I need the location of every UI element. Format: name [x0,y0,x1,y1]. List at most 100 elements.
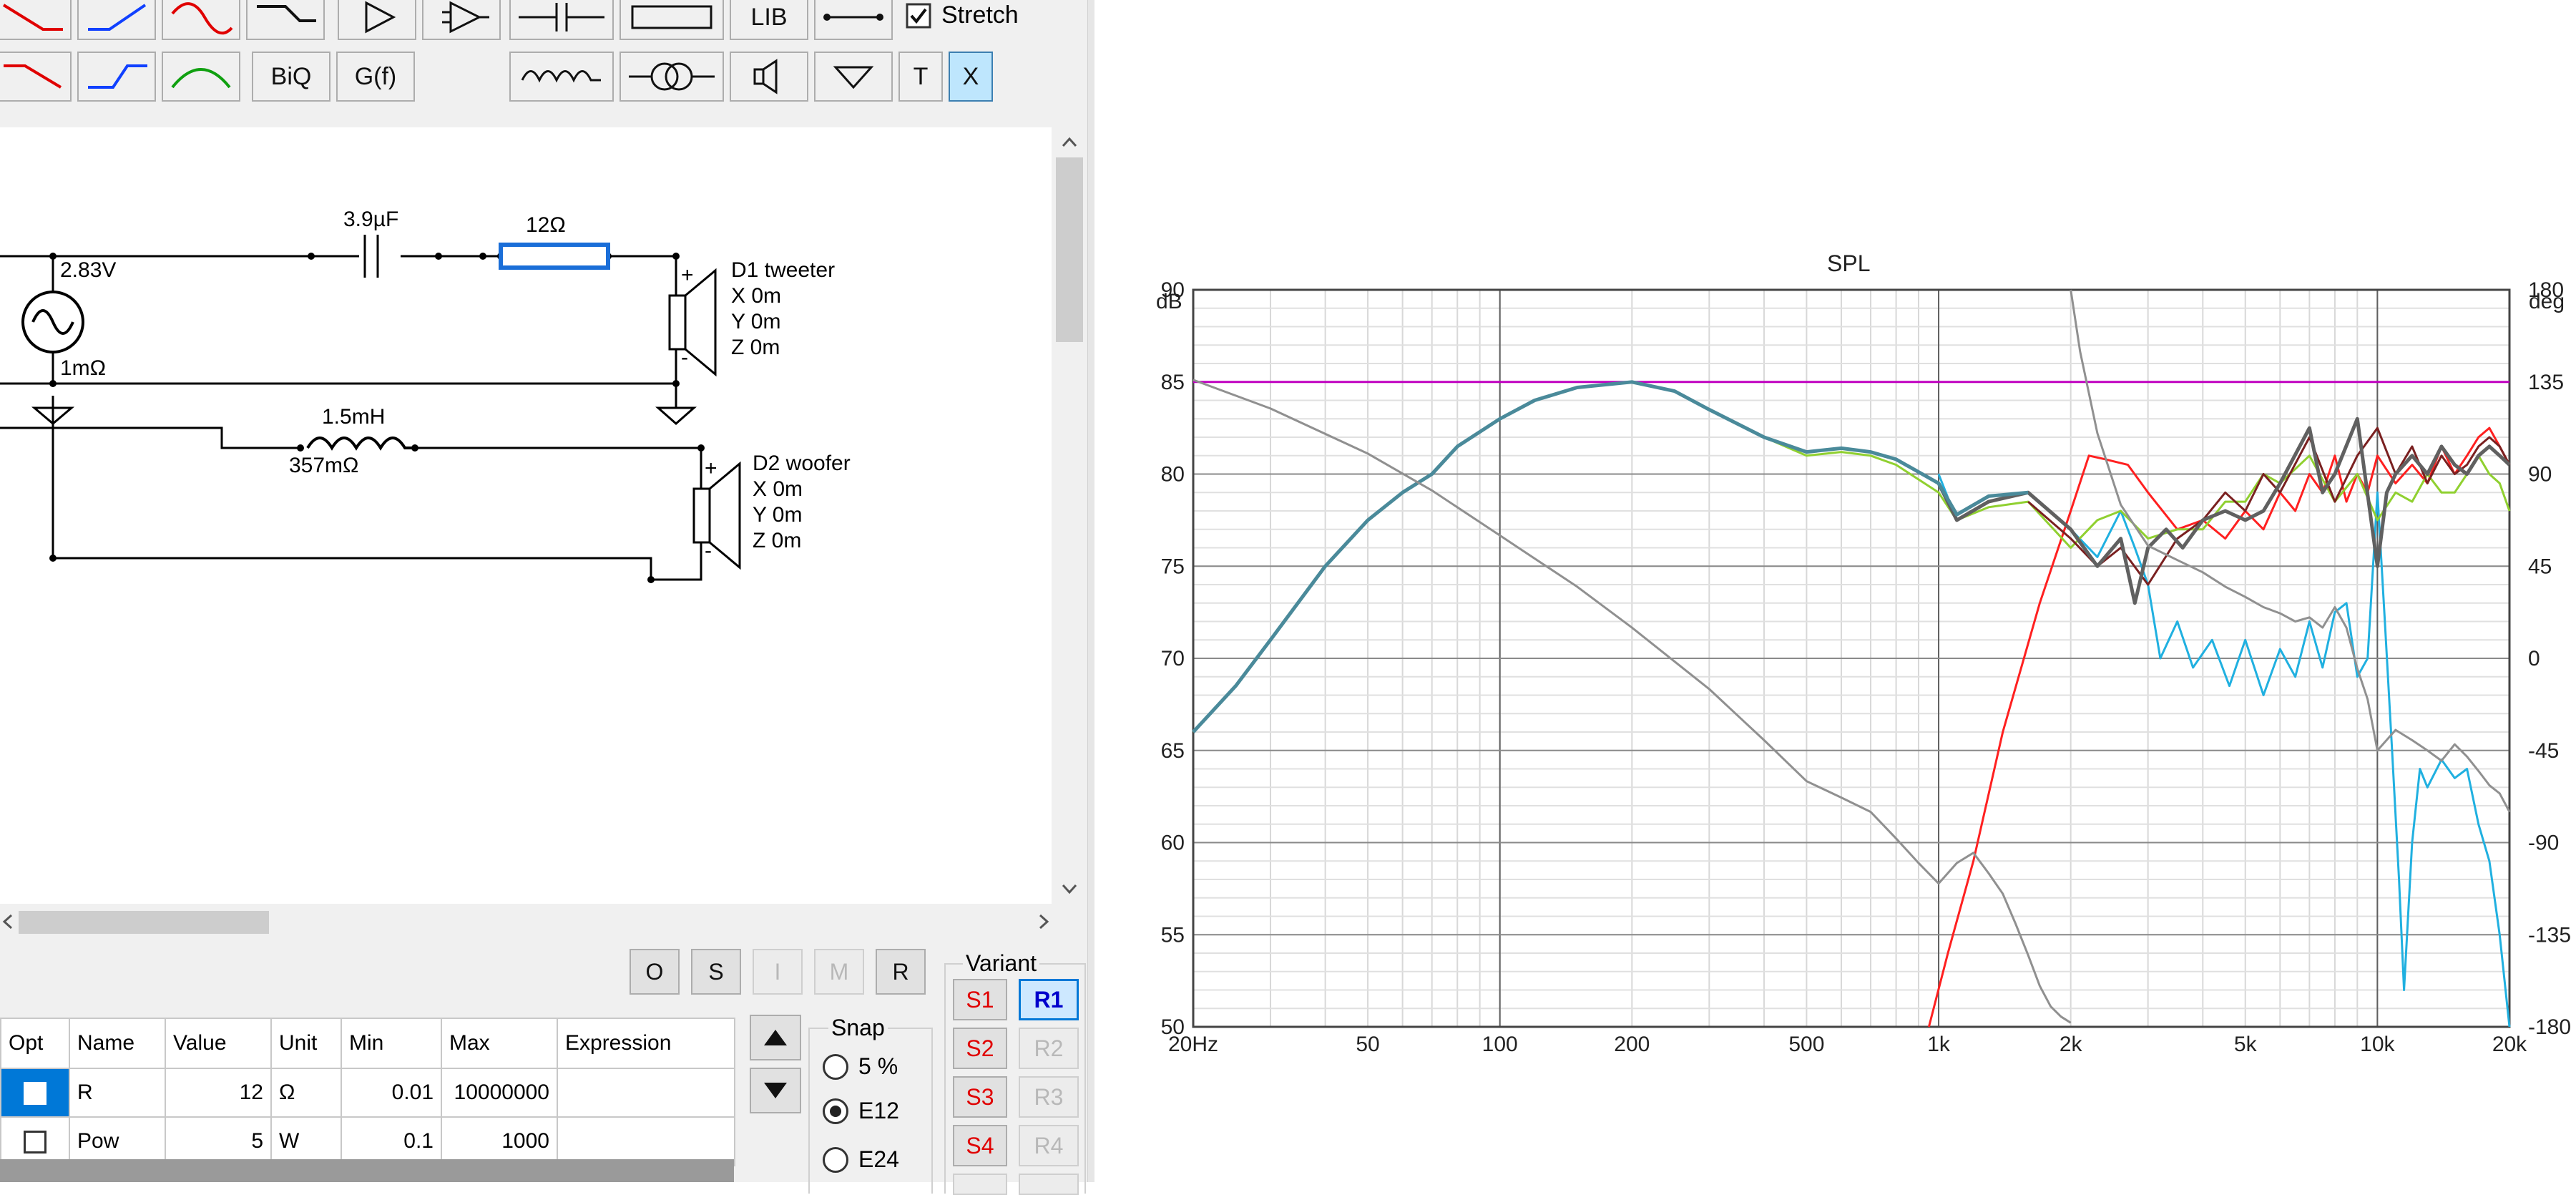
variant-r5-button-partial[interactable] [1019,1174,1079,1195]
expression-cell[interactable] [557,1116,735,1166]
variant-r3-button[interactable]: R3 [1019,1076,1079,1118]
min-cell[interactable]: 0.01 [341,1068,442,1118]
variant-r1-button[interactable]: R1 [1019,979,1079,1020]
biq-button[interactable]: BiQ [252,52,330,102]
x-button[interactable]: X [949,52,993,102]
resistor-value-label[interactable]: 12Ω [526,213,566,238]
opt-checkbox[interactable] [24,1082,46,1106]
scroll-down-icon[interactable] [1052,875,1087,904]
opamp-tool[interactable] [422,0,501,40]
inductor-tool[interactable] [509,52,614,102]
move-up-button[interactable] [750,1015,801,1060]
snap-option-e24[interactable]: E24 [823,1146,899,1173]
ground-icon [833,66,874,89]
t-button[interactable]: T [898,52,943,102]
capacitor-tool[interactable] [509,0,614,40]
value-cell[interactable]: 12 [165,1068,272,1118]
column-header-opt[interactable]: Opt [0,1018,70,1069]
move-down-button[interactable] [750,1068,801,1113]
scroll-up-icon[interactable] [1052,127,1087,156]
spl-chart[interactable]: SPL dB deg 20Hz 50 100 200 500 1k 2k 5k 10k 20k 50… [1094,0,2576,1182]
highpass-red-tool[interactable] [0,0,72,40]
variant-s3-button[interactable]: S3 [953,1076,1007,1118]
woofer-plus-label: + [705,457,718,480]
x-tick-label: 2k [2060,1033,2083,1056]
opt-checkbox-cell[interactable] [0,1116,70,1166]
lowpass-blue-tool[interactable] [77,52,156,102]
tweeter-minus-label: - [681,346,688,369]
tweeter-info[interactable]: D1 tweeter X 0m Y 0m Z 0m [731,258,835,361]
speaker-icon [753,59,778,94]
snap-option-5pct[interactable]: 5 % [823,1053,898,1080]
opt-checkbox[interactable] [24,1131,46,1154]
wire-tool[interactable] [814,0,893,40]
schematic-canvas[interactable]: 2.83V 1mΩ 3.9µF 12Ω 1.5mH 357mΩ + - + - … [0,127,1052,904]
resistor-icon [631,5,712,29]
radio-icon [823,1146,848,1173]
column-header-name[interactable]: Name [69,1018,166,1069]
column-header-min[interactable]: Min [341,1018,442,1069]
x-tick-label: 10k [2360,1033,2395,1056]
schematic-horizontal-scrollbar[interactable] [0,904,1052,940]
column-header-value[interactable]: Value [165,1018,272,1069]
variant-r4-button[interactable]: R4 [1019,1125,1079,1166]
woofer-info[interactable]: D2 woofer X 0m Y 0m Z 0m [753,451,851,554]
snap-option-e12[interactable]: E12 [823,1098,899,1124]
tweeter-z: Z 0m [731,336,780,359]
ground-tool[interactable] [814,52,893,102]
table-footer-bar [0,1159,734,1182]
y-tick-label: 70 [1161,647,1185,670]
lib-button[interactable]: LIB [730,0,808,40]
lowpass-red-tool[interactable] [0,52,72,102]
y-tick-label: 50 [1161,1015,1185,1039]
bandpass-green-tool[interactable] [162,52,240,102]
min-cell[interactable]: 0.1 [341,1116,442,1166]
stretch-checkbox[interactable]: Stretch [906,1,1019,29]
capacitor-value-label[interactable]: 3.9µF [343,208,398,232]
table-row[interactable]: Pow 5 W 0.1 1000 [0,1116,735,1166]
schematic-vertical-scrollbar[interactable] [1052,127,1087,904]
m-button[interactable]: M [814,949,864,995]
variant-s4-button[interactable]: S4 [953,1125,1007,1166]
opt-checkbox-cell[interactable] [0,1068,70,1118]
name-cell[interactable]: R [69,1068,166,1118]
expression-cell[interactable] [557,1068,735,1118]
variant-s5-button-partial[interactable] [953,1174,1007,1195]
max-cell[interactable]: 1000 [441,1116,558,1166]
horizontal-scroll-thumb[interactable] [19,911,269,934]
value-cell[interactable]: 5 [165,1116,272,1166]
name-cell[interactable]: Pow [69,1116,166,1166]
table-row[interactable]: R 12 Ω 0.01 10000000 [0,1068,735,1118]
vertical-scroll-thumb[interactable] [1056,157,1083,342]
unit-cell: Ω [270,1068,342,1118]
amplifier-tool[interactable] [338,0,416,40]
highpass-blue-tool[interactable] [77,0,156,40]
column-header-max[interactable]: Max [441,1018,558,1069]
x-tick-label: 20k [2492,1033,2527,1056]
y2-tick-label: 45 [2528,555,2552,578]
variant-s2-button[interactable]: S2 [953,1028,1007,1069]
inductor-value-label[interactable]: 1.5mH [322,405,385,429]
column-header-unit[interactable]: Unit [270,1018,342,1069]
variant-r2-button[interactable]: R2 [1019,1028,1079,1069]
max-cell[interactable]: 10000000 [441,1068,558,1118]
r-button[interactable]: R [876,949,926,995]
spl-plot[interactable]: 20Hz 50 100 200 500 1k 2k 5k 10k 20k5055606570758… [1094,0,2576,1182]
variant-s1-button[interactable]: S1 [953,979,1007,1020]
bandpass-red-tool[interactable] [162,0,240,40]
lowpass-blue-curve-icon [88,64,147,89]
column-header-expression[interactable]: Expression [557,1018,735,1069]
gf-button[interactable]: G(f) [336,52,415,102]
resistor-tool[interactable] [619,0,724,40]
speaker-tool[interactable] [730,52,808,102]
transformer-tool[interactable] [619,52,724,102]
s-button[interactable]: S [691,949,741,995]
scroll-right-icon[interactable] [1030,904,1059,940]
snap-label: Snap [828,1015,888,1041]
shelf-tool[interactable] [246,0,325,40]
y2-tick-label: 90 [2528,463,2552,487]
o-button[interactable]: O [630,949,680,995]
series-line [1927,426,2511,1028]
source-voltage-label: 2.83V [60,258,117,282]
i-button[interactable]: I [753,949,803,995]
